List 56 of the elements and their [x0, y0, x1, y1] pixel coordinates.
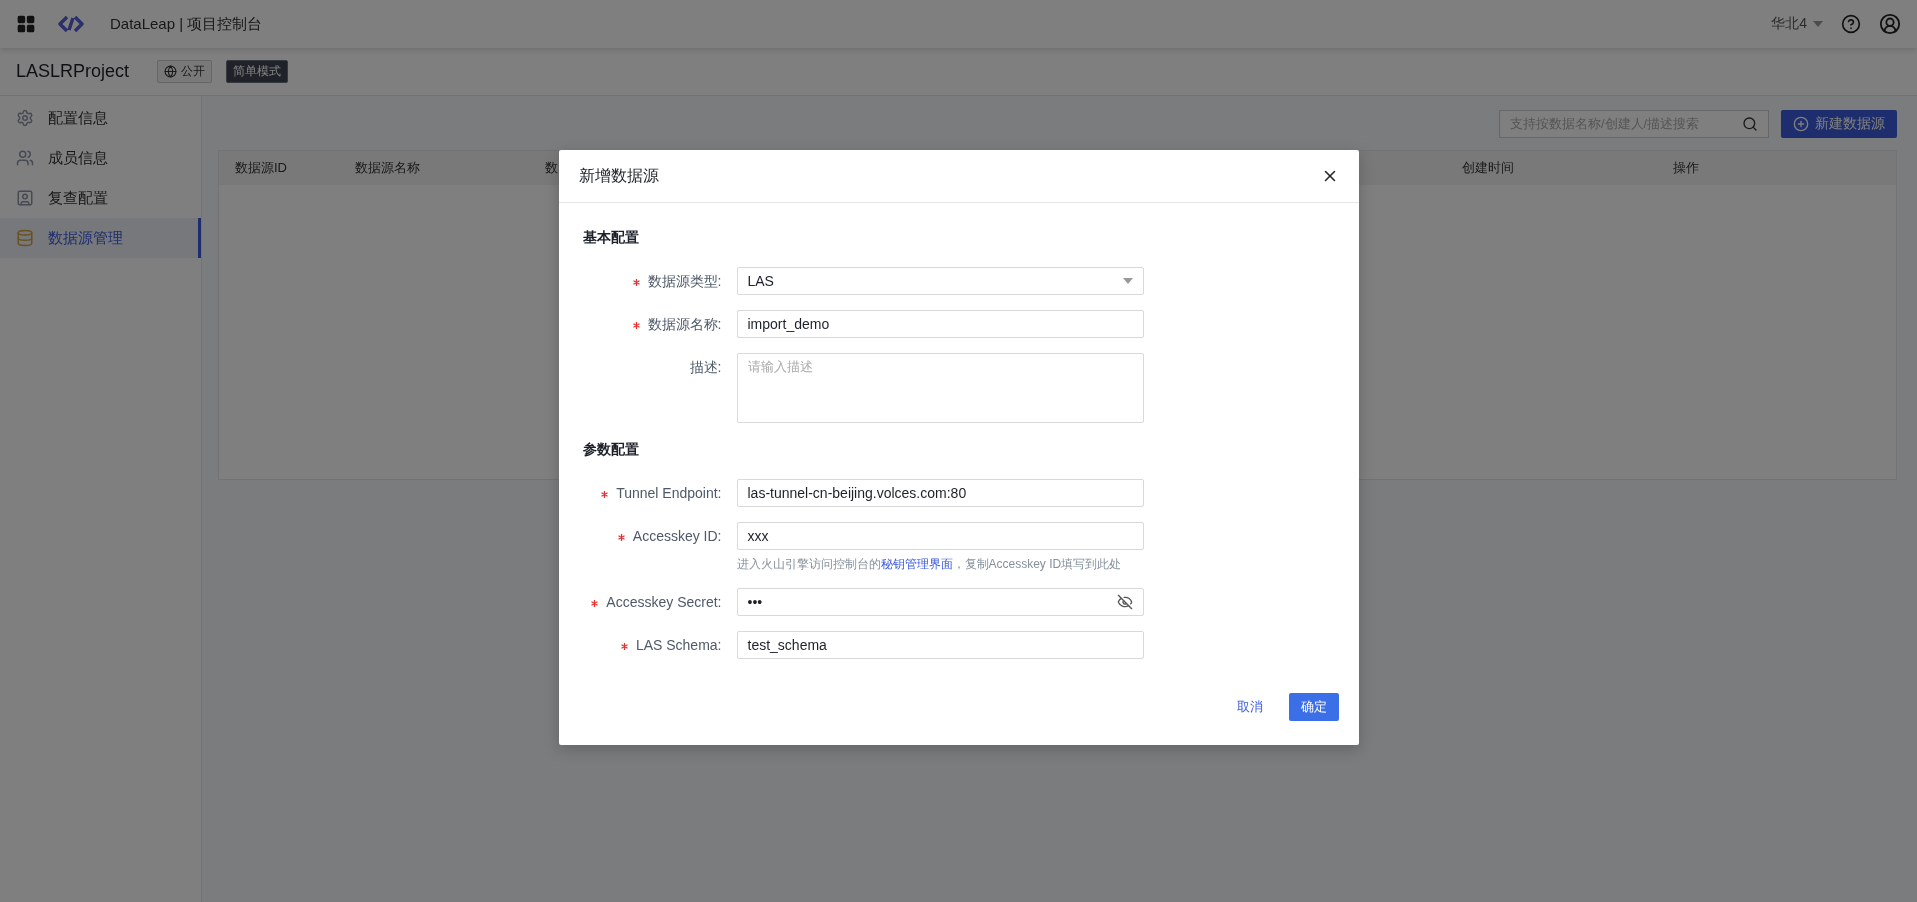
logo-icon — [58, 15, 84, 33]
mode-tag: 简单模式 — [226, 60, 289, 83]
column-header: 数据源名称 — [355, 159, 420, 177]
grid-menu-icon[interactable] — [16, 14, 36, 34]
column-header: 创建时间 — [1462, 159, 1514, 177]
field-label: Tunnel Endpoint: — [601, 479, 722, 507]
column-header: 操作 — [1673, 159, 1699, 177]
field-label: 描述: — [689, 358, 722, 377]
input-field[interactable]: import_demo — [736, 310, 1144, 338]
password-field[interactable]: ••• — [736, 588, 1144, 616]
sidebar-item[interactable]: 数据源管理 — [0, 218, 201, 258]
project-name: LASLRProject — [16, 61, 130, 82]
textarea-field[interactable]: 请输入描述 — [736, 353, 1144, 423]
column-header: 数据源ID — [235, 159, 287, 177]
key-management-link[interactable]: 秘钥管理界面 — [880, 557, 953, 571]
required-asterisk-icon — [617, 533, 625, 541]
required-asterisk-icon — [620, 642, 628, 650]
field-label: 数据源名称: — [632, 310, 722, 338]
field-label: Accesskey ID: — [617, 522, 722, 550]
database-icon — [16, 229, 34, 247]
gear-icon — [16, 109, 34, 127]
help-icon[interactable] — [1841, 14, 1861, 34]
avatar-icon[interactable] — [1879, 13, 1901, 35]
field-label: LAS Schema: — [620, 631, 722, 659]
select-field[interactable]: LAS — [736, 267, 1144, 295]
sidebar-item[interactable]: 成员信息 — [0, 138, 201, 178]
region-dropdown[interactable]: 华北4 — [1771, 15, 1823, 33]
eye-off-icon[interactable] — [1116, 594, 1133, 610]
app-title: DataLeap | 项目控制台 — [110, 14, 263, 34]
plus-circle-icon — [1793, 116, 1809, 132]
sidebar-item[interactable]: 配置信息 — [0, 98, 201, 138]
required-asterisk-icon — [632, 321, 640, 329]
dialog-title: 新增数据源 — [578, 165, 659, 186]
input-field[interactable]: test_schema — [736, 631, 1144, 659]
field-label: Accesskey Secret: — [591, 588, 722, 616]
sidebar-item[interactable]: 复查配置 — [0, 178, 201, 218]
search-icon[interactable] — [1742, 116, 1758, 132]
confirm-button[interactable]: 确定 — [1288, 693, 1339, 721]
field-hint: 进入火山引擎访问控制台的秘钥管理界面，复制Accesskey ID填写到此处 — [736, 556, 1123, 573]
field-label: 数据源类型: — [632, 267, 722, 295]
required-asterisk-icon — [632, 278, 640, 286]
section-title: 参数配置 — [582, 441, 640, 459]
user-card-icon — [16, 189, 34, 207]
visibility-tag: 公开 — [157, 60, 213, 83]
users-icon — [16, 149, 34, 167]
caret-icon — [1122, 278, 1133, 284]
new-datasource-button[interactable]: 新建数据源 — [1781, 110, 1897, 138]
input-field[interactable]: xxx — [736, 522, 1144, 550]
globe-icon — [164, 65, 178, 78]
column-header: 数 — [545, 159, 558, 177]
input-field[interactable]: las-tunnel-cn-beijing.volces.com:80 — [736, 479, 1144, 507]
required-asterisk-icon — [591, 599, 599, 607]
required-asterisk-icon — [601, 490, 609, 498]
caret-icon — [1813, 21, 1823, 27]
section-title: 基本配置 — [582, 229, 640, 247]
cancel-button[interactable]: 取消 — [1228, 694, 1271, 720]
